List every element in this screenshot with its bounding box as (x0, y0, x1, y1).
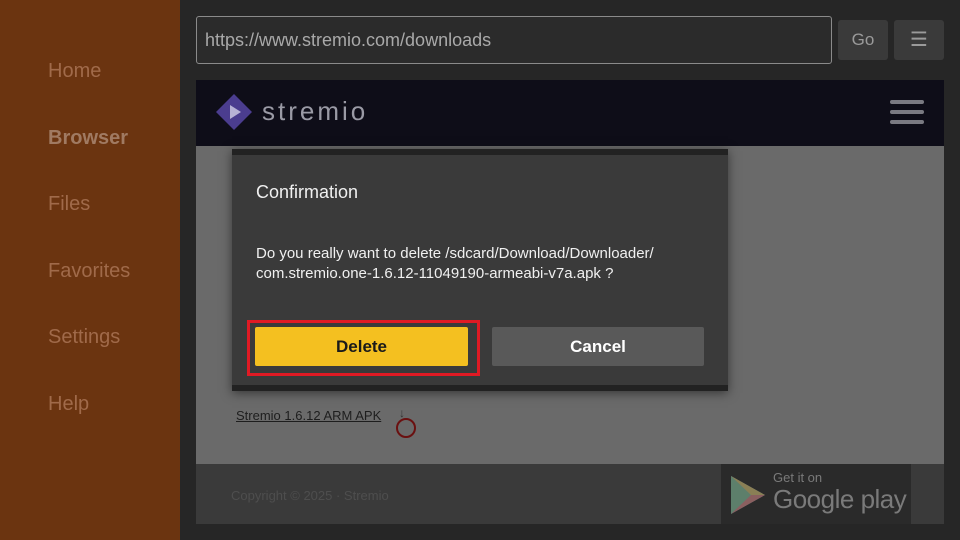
site-header: stremio (196, 80, 944, 146)
google-play-icon (731, 476, 765, 514)
dialog-message: Do you really want to delete /sdcard/Dow… (256, 244, 716, 284)
gplay-caption: Get it on (773, 470, 823, 485)
sidebar-item-settings[interactable]: Settings (48, 326, 120, 349)
gplay-title: Google play (773, 484, 907, 514)
dialog-title: Confirmation (256, 182, 359, 202)
menu-icon: ☰ (910, 29, 928, 51)
site-footer: Copyright © 2025 · Stremio Get it on Goo… (196, 464, 944, 524)
confirmation-dialog: Confirmation Do you really want to delet… (232, 149, 728, 391)
dialog-message-line-2: com.stremio.one-1.6.12-11049190-armeabi-… (256, 265, 614, 282)
sidebar-item-home[interactable]: Home (48, 60, 101, 83)
sidebar-item-browser[interactable]: Browser (48, 127, 128, 150)
apk-download-link[interactable]: Stremio 1.6.12 ARM APK (236, 408, 381, 423)
sidebar: Home Browser Files Favorites Settings He… (0, 0, 180, 540)
delete-button[interactable]: Delete (255, 327, 468, 366)
cancel-button[interactable]: Cancel (492, 327, 704, 366)
google-play-badge[interactable]: Get it on Google play (721, 464, 911, 524)
dialog-message-line-1: Do you really want to delete /sdcard/Dow… (256, 245, 654, 262)
sidebar-item-favorites[interactable]: Favorites (48, 260, 130, 283)
sidebar-item-help[interactable]: Help (48, 393, 89, 416)
url-input[interactable] (196, 16, 832, 64)
stremio-logo-icon (216, 94, 252, 130)
copyright-text: Copyright © 2025 · Stremio (231, 488, 389, 503)
site-menu-icon[interactable] (890, 100, 924, 126)
stremio-logo-text: stremio (262, 96, 369, 126)
sidebar-item-files[interactable]: Files (48, 193, 90, 216)
cursor-ring-icon (396, 418, 416, 438)
menu-button[interactable]: ☰ (894, 20, 944, 60)
go-button[interactable]: Go (838, 20, 888, 60)
